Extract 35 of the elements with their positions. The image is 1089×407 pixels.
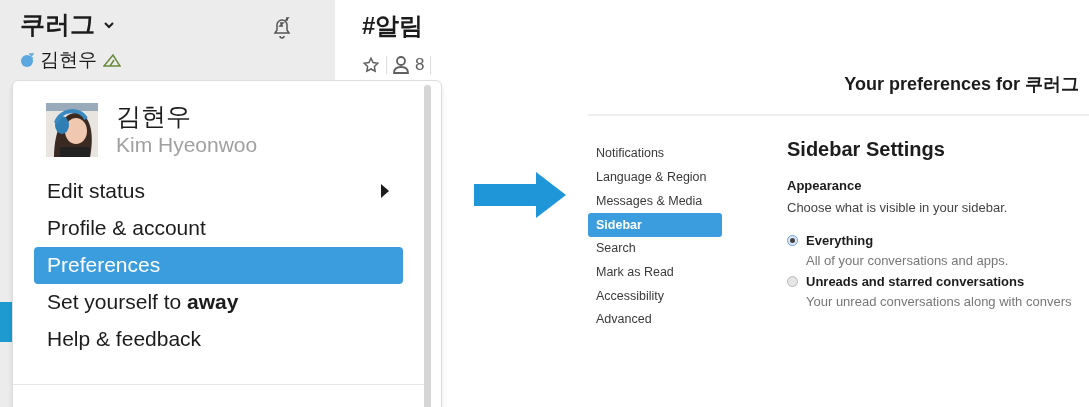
mountain-icon — [103, 52, 121, 67]
preferences-nav-item[interactable]: Search — [588, 236, 722, 261]
menu-item[interactable]: Profile & account — [34, 209, 403, 247]
option-label: Everything — [806, 232, 874, 250]
user-name[interactable]: 김현우 — [40, 45, 97, 74]
profile-name: 김현우 — [116, 101, 192, 132]
group-title: Appearance — [787, 177, 863, 195]
arrow-right-icon — [474, 172, 566, 218]
profile-romanized-name: Kim Hyeonwoo — [116, 132, 258, 159]
menu-item[interactable]: Edit status — [34, 172, 403, 210]
sidebar-item-highlight — [0, 302, 12, 342]
preferences-nav-item[interactable]: Mark as Read — [588, 260, 722, 285]
group-description: Choose what is visible in your sidebar. — [787, 198, 1009, 217]
preferences-nav-item[interactable]: Advanced — [588, 307, 722, 332]
person-icon[interactable] — [393, 55, 409, 74]
option-label: Unreads and starred conversations — [806, 273, 1025, 291]
menu-item[interactable]: Set yourself to away — [34, 283, 403, 321]
radio-button[interactable] — [787, 235, 798, 247]
member-count[interactable]: 8 — [415, 52, 425, 78]
preferences-nav-item[interactable]: Notifications — [588, 142, 722, 166]
preferences-nav-item[interactable]: Messages & Media — [588, 189, 722, 214]
preferences-nav-item[interactable]: Accessibility — [588, 284, 722, 308]
option-description: All of your conversations and apps. — [805, 251, 1010, 270]
section-title: Sidebar Settings — [787, 137, 946, 162]
menu-item[interactable]: Help & feedback — [34, 320, 403, 358]
workspace-name[interactable]: 쿠러그 — [20, 6, 95, 44]
channel-name: #알림 — [362, 11, 425, 41]
chevron-down-icon[interactable] — [103, 20, 115, 29]
star-icon[interactable] — [362, 55, 380, 74]
moon-status-icon — [20, 52, 34, 67]
scrollbar[interactable] — [424, 85, 431, 407]
preferences-nav-item[interactable]: Language & Region — [588, 165, 722, 190]
preferences-title: Your preferences for 쿠러그 — [844, 73, 1079, 96]
radio-button[interactable] — [787, 276, 798, 288]
option-description: Your unread conversations along with convers — [805, 292, 1073, 311]
